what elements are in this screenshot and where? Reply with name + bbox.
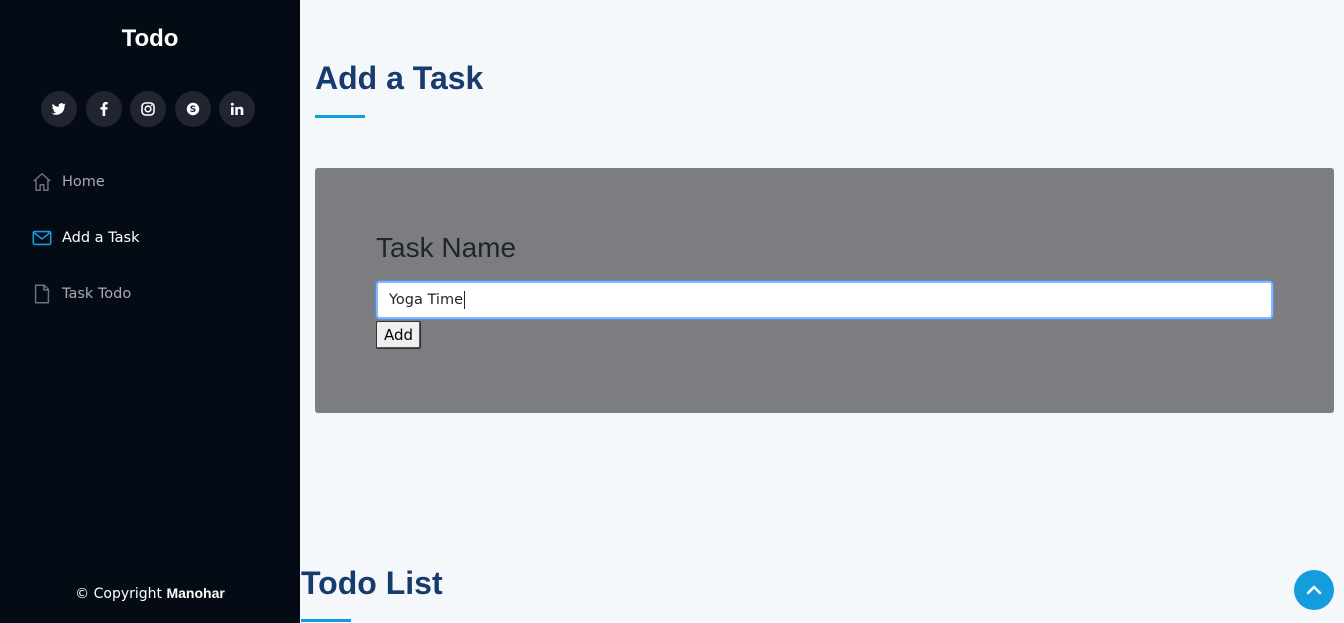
chevron-up-icon <box>1306 585 1322 595</box>
skype-link[interactable]: S <box>174 91 211 127</box>
file-icon <box>30 282 54 306</box>
add-task-title: Add a Task <box>315 60 484 96</box>
add-button[interactable]: Add <box>376 321 421 349</box>
envelope-icon <box>30 226 54 250</box>
skype-icon: S <box>186 102 199 116</box>
copyright-name: Manohar <box>166 585 225 601</box>
sidebar: Todo S Home Add a Task Task Todo © Copyr… <box>0 0 300 623</box>
twitter-icon <box>51 103 66 115</box>
facebook-link[interactable] <box>85 91 122 127</box>
brand-logo[interactable]: Todo <box>0 25 300 53</box>
linkedin-link[interactable] <box>219 91 255 127</box>
house-icon <box>30 170 54 194</box>
sidebar-item-label: Home <box>62 174 105 190</box>
social-links: S <box>41 91 255 127</box>
todo-list-title: Todo List <box>301 565 443 601</box>
twitter-link[interactable] <box>41 91 77 127</box>
linkedin-icon <box>230 102 244 115</box>
sidebar-item-label: Add a Task <box>62 230 140 246</box>
add-task-card: Task Name Yoga Time Add <box>315 168 1334 413</box>
copyright: © Copyright Manohar <box>0 585 300 602</box>
scroll-top-button[interactable] <box>1294 570 1334 610</box>
sidebar-item-home[interactable]: Home <box>30 168 105 196</box>
facebook-icon <box>100 102 108 116</box>
sidebar-item-label: Task Todo <box>62 286 132 302</box>
list-title-underline <box>301 619 351 622</box>
svg-text:S: S <box>189 105 195 115</box>
title-underline <box>315 115 365 118</box>
instagram-link[interactable] <box>130 91 166 127</box>
task-name-input[interactable]: Yoga Time <box>376 281 1273 319</box>
instagram-icon <box>141 102 155 116</box>
copyright-prefix: © Copyright <box>75 586 163 602</box>
sidebar-item-add-task[interactable]: Add a Task <box>30 224 139 252</box>
sidebar-item-task-todo[interactable]: Task Todo <box>30 280 131 308</box>
text-caret <box>464 291 465 309</box>
task-name-label: Task Name <box>376 232 517 263</box>
task-name-value: Yoga Time <box>389 292 463 308</box>
